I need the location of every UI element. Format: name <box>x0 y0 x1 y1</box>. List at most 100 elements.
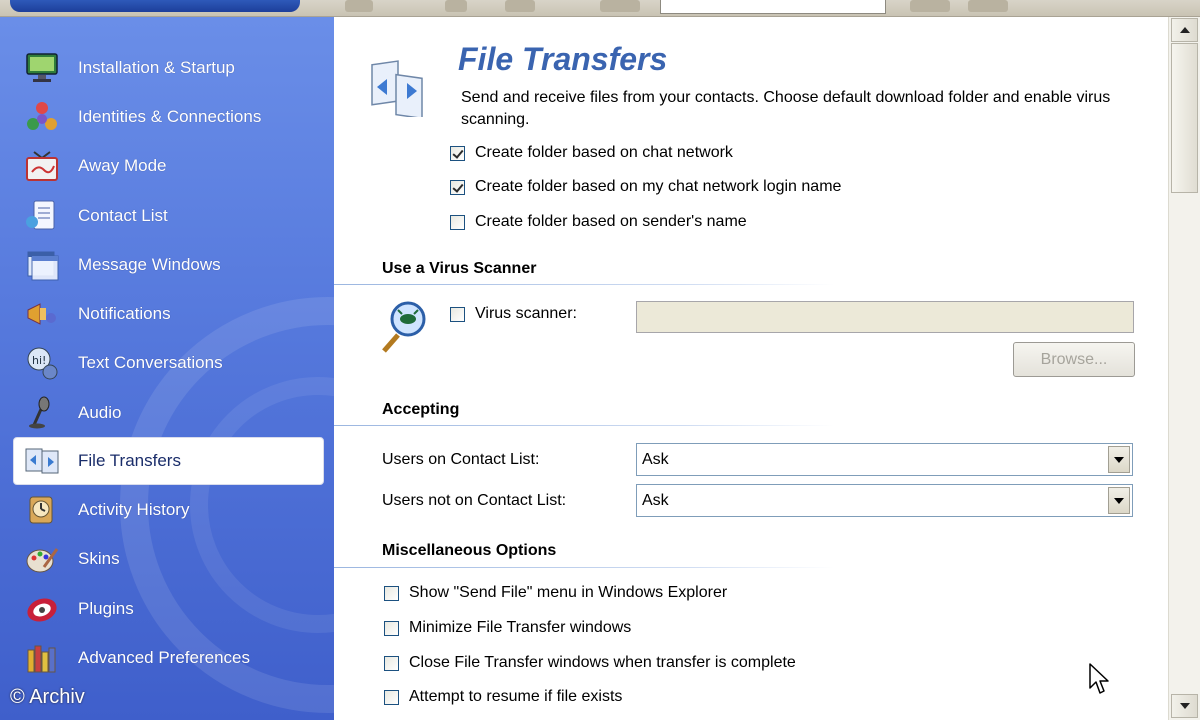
folder-option-chat-network[interactable]: Create folder based on chat network <box>450 144 733 162</box>
contact-list-icon <box>22 196 62 236</box>
toolbar-button[interactable] <box>505 0 535 12</box>
sidebar-item-label: Away Mode <box>78 156 167 176</box>
svg-text:hi!: hi! <box>32 354 46 367</box>
checkbox[interactable] <box>450 145 465 161</box>
notifications-icon <box>22 294 62 334</box>
file-transfers-icon <box>22 441 62 481</box>
sidebar-nav: Installation & Startup Identities & Conn… <box>0 43 334 683</box>
away-sign-icon <box>22 146 62 186</box>
select-value: Ask <box>642 491 669 509</box>
preferences-sidebar: Installation & Startup Identities & Conn… <box>0 17 334 720</box>
sidebar-item-label: Plugins <box>78 598 134 618</box>
sidebar-item-label: Advanced Preferences <box>78 647 250 667</box>
sidebar-item-label: Contact List <box>78 205 168 225</box>
chevron-down-icon[interactable] <box>1108 446 1130 473</box>
toolbar-button[interactable] <box>345 0 373 12</box>
checkbox-label: Attempt to resume if file exists <box>409 688 623 705</box>
users-not-on-contact-list-label: Users not on Contact List: <box>382 492 567 509</box>
checkbox[interactable] <box>384 620 399 636</box>
select-value: Ask <box>642 450 669 468</box>
plugins-icon <box>22 589 62 629</box>
sidebar-item-label: Message Windows <box>78 254 221 274</box>
sidebar-item-activity-history[interactable]: Activity History <box>0 485 334 534</box>
sidebar-item-label: Identities & Connections <box>78 106 262 126</box>
skins-icon <box>22 539 62 579</box>
checkbox[interactable] <box>450 214 465 230</box>
checkbox[interactable] <box>384 585 399 601</box>
users-on-contact-list-label: Users on Contact List: <box>382 451 540 468</box>
sidebar-item-label: Notifications <box>78 304 171 324</box>
file-transfers-panel: File Transfers Send and receive files fr… <box>334 17 1168 720</box>
checkbox-label: Minimize File Transfer windows <box>409 619 632 636</box>
page-title: File Transfers <box>458 41 668 77</box>
checkbox[interactable] <box>384 689 399 705</box>
chevron-down-icon[interactable] <box>1108 487 1130 514</box>
app-logo <box>10 0 300 12</box>
misc-option-minimize-windows[interactable]: Minimize File Transfer windows <box>384 619 631 637</box>
browse-button[interactable]: Browse... <box>1013 342 1135 377</box>
text-conversations-icon: hi! <box>22 343 62 383</box>
sidebar-item-skins[interactable]: Skins <box>0 535 334 584</box>
sidebar-item-contact-list[interactable]: Contact List <box>0 191 334 240</box>
misc-option-resume-file[interactable]: Attempt to resume if file exists <box>384 688 622 706</box>
toolbar-button[interactable] <box>600 0 640 12</box>
microphone-icon <box>22 393 62 433</box>
sidebar-item-message-windows[interactable]: Message Windows <box>0 240 334 289</box>
sidebar-item-notifications[interactable]: Notifications <box>0 289 334 338</box>
folder-option-login-name[interactable]: Create folder based on my chat network l… <box>450 178 841 196</box>
sidebar-item-advanced-preferences[interactable]: Advanced Preferences <box>0 633 334 682</box>
section-divider <box>334 567 834 568</box>
misc-option-send-file-menu[interactable]: Show "Send File" menu in Windows Explore… <box>384 584 727 602</box>
scroll-down-button[interactable] <box>1171 694 1198 718</box>
top-toolbar <box>0 0 1200 17</box>
checkbox-label: Create folder based on sender's name <box>475 213 747 230</box>
checkbox-label: Show "Send File" menu in Windows Explore… <box>409 584 728 601</box>
checkbox[interactable] <box>450 306 465 322</box>
checkbox-label: Close File Transfer windows when transfe… <box>409 654 796 671</box>
sidebar-item-label: Text Conversations <box>78 353 223 373</box>
sidebar-item-file-transfers[interactable]: File Transfers <box>13 437 324 486</box>
advanced-preferences-icon <box>22 638 62 678</box>
page-description: Send and receive files from your contact… <box>461 89 1111 128</box>
section-divider <box>334 284 834 285</box>
sidebar-item-label: File Transfers <box>78 451 181 471</box>
scroll-thumb[interactable] <box>1171 43 1198 193</box>
sidebar-item-plugins[interactable]: Plugins <box>0 584 334 633</box>
sidebar-item-identities-connections[interactable]: Identities & Connections <box>0 92 334 141</box>
toolbar-search-input[interactable] <box>660 0 886 14</box>
section-heading-misc-options: Miscellaneous Options <box>382 542 557 559</box>
misc-option-close-windows[interactable]: Close File Transfer windows when transfe… <box>384 654 796 672</box>
sidebar-item-label: Skins <box>78 549 120 569</box>
watermark: © Archiv <box>10 686 85 708</box>
sidebar-item-text-conversations[interactable]: hi! Text Conversations <box>0 339 334 388</box>
toolbar-button[interactable] <box>968 0 1008 12</box>
toolbar-button[interactable] <box>445 0 467 12</box>
section-heading-virus-scanner: Use a Virus Scanner <box>382 260 537 277</box>
sidebar-item-label: Audio <box>78 402 122 422</box>
activity-history-icon <box>22 490 62 530</box>
sidebar-item-audio[interactable]: Audio <box>0 388 334 437</box>
sidebar-item-installation-startup[interactable]: Installation & Startup <box>0 43 334 92</box>
folder-option-sender-name[interactable]: Create folder based on sender's name <box>450 213 747 231</box>
toolbar-button[interactable] <box>910 0 950 12</box>
virus-scanner-option[interactable]: Virus scanner: <box>450 305 577 323</box>
checkbox[interactable] <box>384 655 399 671</box>
virus-scanner-path-input[interactable] <box>636 301 1134 333</box>
connections-icon <box>22 97 62 137</box>
checkbox-label: Virus scanner: <box>475 305 577 322</box>
users-on-contact-list-select[interactable]: Ask <box>636 443 1133 476</box>
checkbox-label: Create folder based on my chat network l… <box>475 178 842 195</box>
sidebar-item-away-mode[interactable]: Away Mode <box>0 142 334 191</box>
virus-scanner-icon <box>380 299 436 360</box>
scroll-up-button[interactable] <box>1171 18 1198 42</box>
sidebar-item-label: Activity History <box>78 500 190 520</box>
monitor-icon <box>22 48 62 88</box>
vertical-scrollbar[interactable] <box>1168 17 1200 720</box>
file-transfers-header-icon <box>370 57 423 120</box>
sidebar-item-label: Installation & Startup <box>78 57 235 77</box>
section-divider <box>334 425 834 426</box>
users-not-on-contact-list-select[interactable]: Ask <box>636 484 1133 517</box>
section-heading-accepting: Accepting <box>382 401 460 418</box>
checkbox[interactable] <box>450 179 465 195</box>
message-windows-icon <box>22 245 62 285</box>
